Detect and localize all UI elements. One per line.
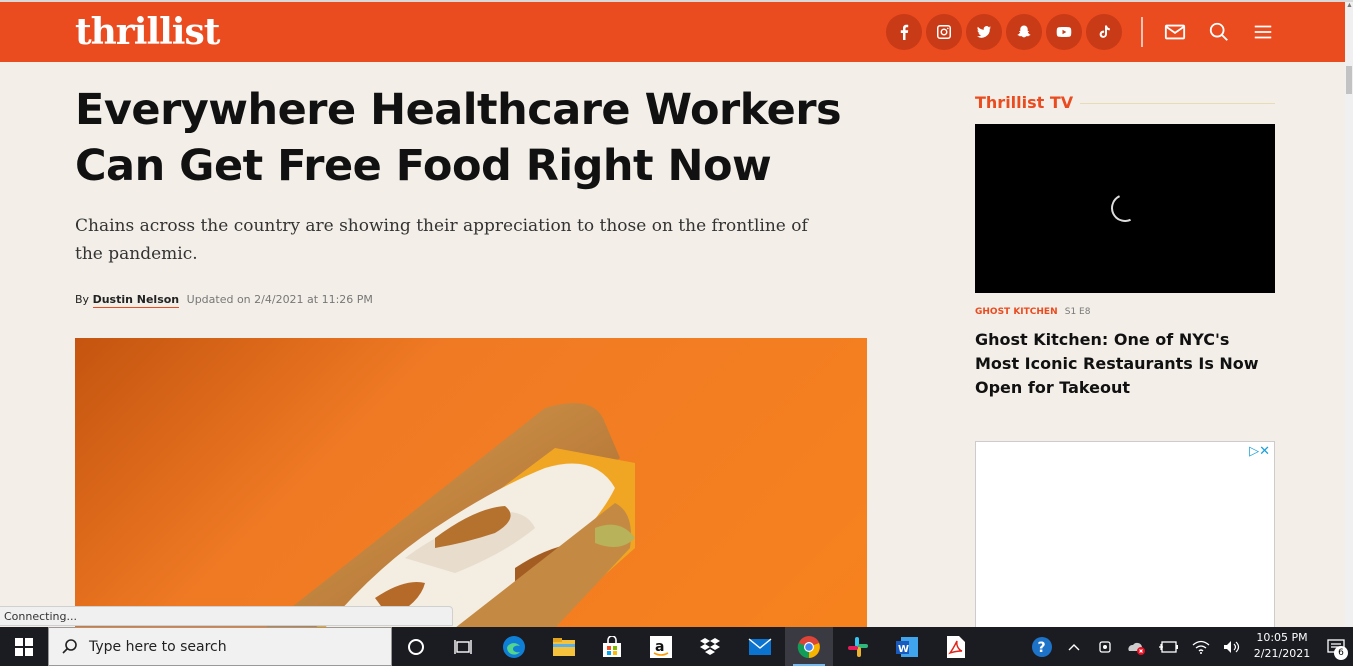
- header-divider: [1141, 17, 1143, 47]
- mail-icon[interactable]: [736, 627, 784, 666]
- tiktok-icon[interactable]: [1086, 14, 1122, 50]
- show-hidden-icons-chevron-icon[interactable]: [1062, 627, 1086, 666]
- help-icon[interactable]: ?: [1028, 627, 1056, 666]
- search-placeholder: Type here to search: [89, 638, 227, 655]
- menu-icon[interactable]: [1251, 20, 1275, 44]
- scroll-thumb[interactable]: [1346, 66, 1352, 94]
- wifi-icon[interactable]: [1188, 627, 1214, 666]
- svg-text:?: ?: [1038, 640, 1046, 656]
- edge-icon[interactable]: [490, 627, 538, 666]
- action-center-icon[interactable]: [1318, 627, 1353, 666]
- video-title-link[interactable]: Ghost Kitchen: One of NYC's Most Iconic …: [975, 328, 1275, 400]
- facebook-icon[interactable]: [886, 14, 922, 50]
- svg-text:W: W: [898, 644, 909, 655]
- clock-time: 10:05 PM: [1256, 631, 1308, 644]
- snapchat-icon[interactable]: [1006, 14, 1042, 50]
- article-byline: By Dustin Nelson Updated on 2/4/2021 at …: [75, 293, 373, 308]
- word-icon[interactable]: W: [883, 627, 931, 666]
- adchoices-icon[interactable]: ▷✕: [1249, 444, 1270, 459]
- dropbox-icon[interactable]: [686, 627, 734, 666]
- scroll-up-arrow-icon[interactable]: ▲: [1346, 2, 1353, 12]
- battery-icon[interactable]: [1156, 627, 1180, 666]
- updated-timestamp: Updated on 2/4/2021 at 11:26 PM: [186, 293, 373, 306]
- byline-prefix: By: [75, 293, 90, 306]
- svg-text:a: a: [655, 639, 664, 655]
- windows-logo-icon: [15, 637, 33, 656]
- mail-icon[interactable]: [1163, 20, 1187, 44]
- clock-date: 2/21/2021: [1253, 647, 1311, 660]
- advertisement[interactable]: ▷✕: [975, 441, 1275, 631]
- youtube-icon[interactable]: [1046, 14, 1082, 50]
- show-link[interactable]: GHOST KITCHEN: [975, 307, 1058, 317]
- sandwich-illustration: [265, 403, 635, 628]
- file-explorer-icon[interactable]: [540, 627, 588, 666]
- hero-image: [75, 338, 867, 628]
- store-icon[interactable]: [588, 627, 636, 666]
- search-icon: [62, 638, 77, 654]
- search-icon[interactable]: [1207, 20, 1231, 44]
- slack-icon[interactable]: [834, 627, 882, 666]
- notification-count-badge: 6: [1334, 646, 1348, 660]
- article-dek: Chains across the country are showing th…: [75, 216, 808, 264]
- volume-icon[interactable]: [1220, 627, 1244, 666]
- meet-now-icon[interactable]: [1094, 627, 1116, 666]
- section-rule: [1080, 103, 1275, 104]
- system-clock[interactable]: 10:05 PM 2/21/2021: [1250, 630, 1314, 662]
- taskbar-search-box[interactable]: Type here to search: [48, 627, 392, 666]
- video-tag: GHOST KITCHEN S1 E8: [975, 307, 1090, 317]
- windows-taskbar: Type here to search a W ? 10:05 PM 2/21/…: [0, 627, 1353, 666]
- amazon-icon[interactable]: a: [637, 627, 685, 666]
- cortana-icon[interactable]: [392, 627, 440, 666]
- episode-label: S1 E8: [1064, 307, 1091, 317]
- pdf-icon[interactable]: [932, 627, 980, 666]
- browser-status-bubble: Connecting...: [0, 606, 453, 626]
- article-headline: Everywhere Healthcare Workers Can Get Fr…: [75, 85, 842, 191]
- thrillist-tv-heading: Thrillist TV: [975, 93, 1074, 112]
- chrome-icon[interactable]: [785, 627, 833, 666]
- page-scrollbar[interactable]: ▲: [1345, 2, 1353, 626]
- thrillist-logo[interactable]: thrillist: [75, 10, 220, 54]
- site-header: thrillist: [0, 2, 1345, 62]
- instagram-icon[interactable]: [926, 14, 962, 50]
- start-button[interactable]: [0, 627, 48, 666]
- author-link[interactable]: Dustin Nelson: [92, 293, 180, 308]
- twitter-icon[interactable]: [966, 14, 1002, 50]
- task-view-icon[interactable]: [440, 627, 488, 666]
- onedrive-error-icon[interactable]: [1124, 627, 1148, 666]
